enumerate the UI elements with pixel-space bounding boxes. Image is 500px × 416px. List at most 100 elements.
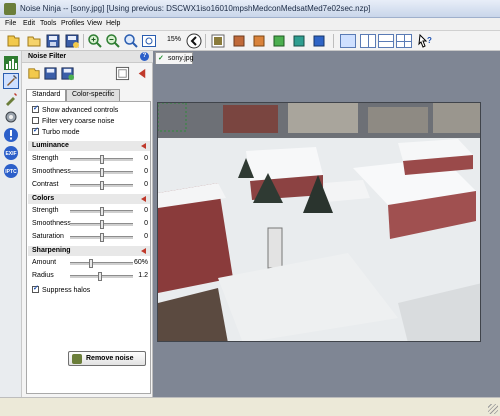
- slider-thumb[interactable]: [99, 168, 104, 177]
- sharpening-radius-slider[interactable]: [70, 272, 133, 281]
- actual-size-icon[interactable]: [141, 33, 157, 49]
- left-icon-bar: EXIF IPTC: [0, 51, 22, 416]
- menu-file[interactable]: File: [5, 20, 16, 27]
- brush-icon[interactable]: [3, 91, 19, 107]
- panel-collapse-arrow-icon[interactable]: [134, 66, 149, 81]
- suppress-halos-checkbox[interactable]: Suppress halos: [32, 284, 90, 294]
- luminance-strength-value: 0: [144, 155, 148, 162]
- swatch-green-icon[interactable]: [271, 33, 287, 49]
- open-folder-icon[interactable]: [26, 33, 42, 49]
- colors-smoothness-slider[interactable]: [70, 220, 133, 229]
- section-arrow-icon: [141, 143, 146, 149]
- panel-help-icon[interactable]: ?: [140, 52, 149, 61]
- panel-save-icon[interactable]: [60, 66, 75, 81]
- toolbar-separator: [205, 34, 206, 48]
- info-icon[interactable]: [3, 127, 19, 143]
- checkbox-box: [32, 284, 39, 293]
- colors-section-header[interactable]: Colors: [28, 194, 150, 204]
- color-swatch-icon[interactable]: [210, 33, 226, 49]
- slider-thumb[interactable]: [99, 207, 104, 216]
- swatch-orange-icon[interactable]: [251, 33, 267, 49]
- swatch-teal-icon[interactable]: [291, 33, 307, 49]
- slider-thumb[interactable]: [99, 181, 104, 190]
- colors-saturation-slider[interactable]: [70, 233, 133, 242]
- panel-title: Noise Filter: [28, 53, 67, 60]
- colors-saturation-label: Saturation: [32, 233, 64, 240]
- menu-help[interactable]: Help: [106, 20, 120, 27]
- turbo-mode-checkbox[interactable]: Turbo mode: [32, 126, 79, 136]
- luminance-smoothness-label: Smoothness: [32, 168, 71, 175]
- new-file-icon[interactable]: [5, 33, 21, 49]
- colors-smoothness-label: Smoothness: [32, 220, 71, 227]
- sharpening-amount-value: 60%: [133, 259, 148, 266]
- histogram-icon[interactable]: [3, 55, 19, 71]
- tab-color-specific[interactable]: Color-specific: [66, 89, 121, 101]
- colors-saturation-value: 0: [144, 233, 148, 240]
- remove-noise-button[interactable]: Remove noise: [68, 351, 146, 366]
- slider-thumb[interactable]: [99, 220, 104, 229]
- colors-strength-slider[interactable]: [70, 207, 133, 216]
- luminance-section-header[interactable]: Luminance: [28, 141, 150, 151]
- panel-header: Noise Filter ?: [22, 51, 153, 63]
- back-arrow-icon[interactable]: [186, 33, 202, 49]
- colors-strength-label: Strength: [32, 207, 59, 214]
- zoom-fit-icon[interactable]: [123, 33, 139, 49]
- toolbar: 15% ?: [0, 31, 500, 51]
- menu-tools[interactable]: Tools: [40, 20, 56, 27]
- save-as-icon[interactable]: [64, 33, 80, 49]
- panel-open-icon[interactable]: [43, 66, 58, 81]
- sharpening-radius-label: Radius: [32, 272, 54, 279]
- panel-preview-icon[interactable]: [115, 66, 130, 81]
- help-cursor-icon[interactable]: ?: [417, 33, 433, 49]
- colors-smoothness-value: 0: [144, 220, 148, 227]
- luminance-smoothness-value: 0: [144, 168, 148, 175]
- luminance-strength-label: Strength: [32, 155, 59, 162]
- iptc-icon[interactable]: IPTC: [3, 163, 19, 179]
- layout-single-icon[interactable]: [340, 34, 356, 48]
- sharpening-amount-slider[interactable]: [70, 259, 133, 268]
- toolbar-separator: [333, 34, 334, 48]
- snow-scene-photo: [158, 103, 480, 341]
- sharpening-section-header[interactable]: Sharpening: [28, 246, 150, 256]
- image-tab-sony[interactable]: ✓ sony.jpg: [155, 52, 194, 64]
- zoom-out-icon[interactable]: [105, 33, 121, 49]
- luminance-contrast-label: Contrast: [32, 181, 59, 188]
- checkbox-box: [32, 117, 39, 124]
- app-logo-icon: [4, 3, 16, 15]
- luminance-smoothness-slider[interactable]: [70, 168, 133, 177]
- save-icon[interactable]: [45, 33, 61, 49]
- slider-thumb[interactable]: [99, 155, 104, 164]
- profile-gear-icon[interactable]: [3, 109, 19, 125]
- noise-filter-icon[interactable]: [3, 73, 19, 89]
- noise-filter-panel: Noise Filter ? Standard Color-specific S…: [22, 51, 153, 397]
- checkbox-box: [32, 126, 39, 135]
- filter-coarse-noise-checkbox[interactable]: Filter very coarse noise: [32, 117, 114, 125]
- zoom-in-icon[interactable]: [87, 33, 103, 49]
- panel-new-icon[interactable]: [26, 66, 41, 81]
- show-advanced-controls-checkbox[interactable]: Show advanced controls: [32, 104, 118, 114]
- panel-tabs: Standard Color-specific: [26, 89, 150, 101]
- luminance-contrast-slider[interactable]: [70, 181, 133, 190]
- menu-profiles[interactable]: Profiles: [61, 20, 84, 27]
- check-icon: ✓: [158, 55, 164, 62]
- layout-split-horizontal-icon[interactable]: [378, 34, 394, 48]
- menu-view[interactable]: View: [87, 20, 102, 27]
- menu-edit[interactable]: Edit: [23, 20, 35, 27]
- exif-icon[interactable]: EXIF: [3, 145, 19, 161]
- resize-grip-icon[interactable]: [488, 404, 498, 414]
- photo-preview[interactable]: [157, 102, 481, 342]
- zoom-level: 15%: [167, 36, 182, 43]
- slider-thumb[interactable]: [99, 233, 104, 242]
- swatch-blue-icon[interactable]: [311, 33, 327, 49]
- title-bar: Noise Ninja -- [sony.jpg] [Using previou…: [0, 0, 500, 18]
- slider-thumb[interactable]: [98, 272, 103, 281]
- toolbar-separator: [83, 34, 84, 48]
- swatch-brown-icon[interactable]: [231, 33, 247, 49]
- layout-quad-icon[interactable]: [396, 34, 412, 48]
- layout-split-vertical-icon[interactable]: [360, 34, 376, 48]
- slider-thumb[interactable]: [88, 259, 93, 268]
- window-title: Noise Ninja -- [sony.jpg] [Using previou…: [20, 4, 371, 13]
- luminance-strength-slider[interactable]: [70, 155, 133, 164]
- sharpening-radius-value: 1.2: [138, 272, 148, 279]
- tab-standard[interactable]: Standard: [26, 89, 67, 101]
